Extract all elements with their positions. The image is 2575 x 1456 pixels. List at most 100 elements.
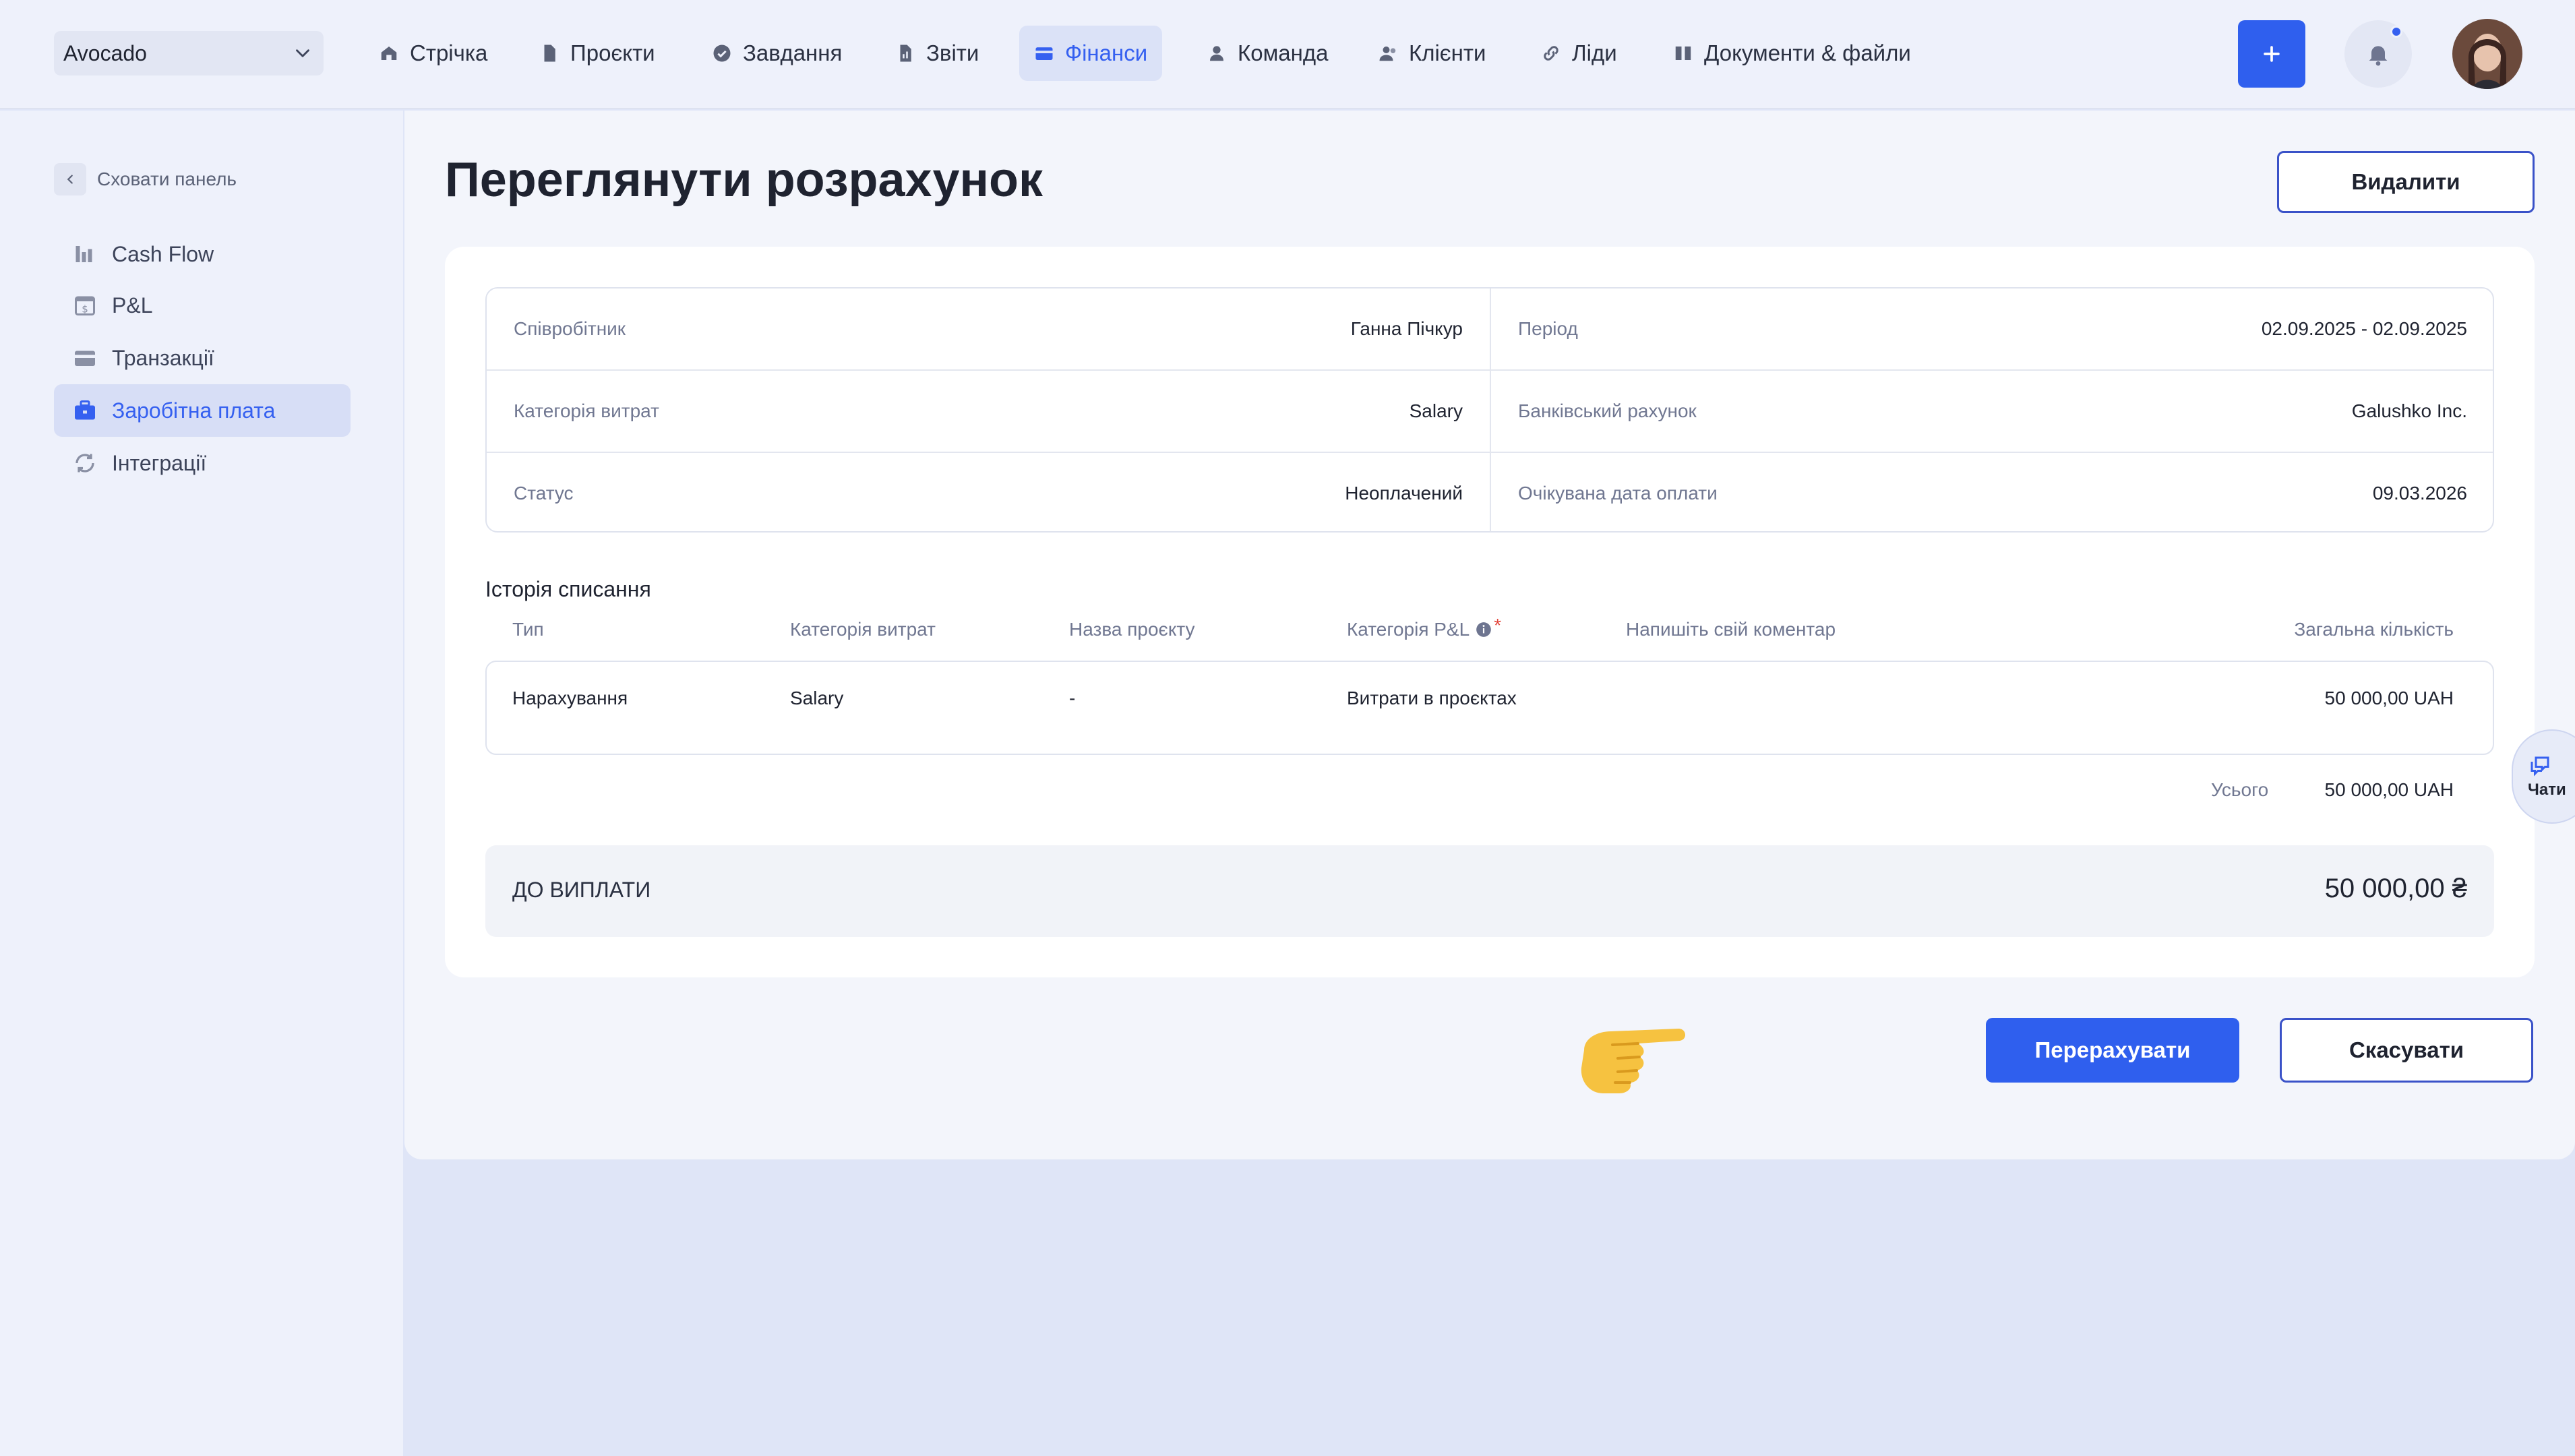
nav-tasks[interactable]: Завдання — [697, 26, 857, 81]
category-label: Категорія витрат — [514, 400, 659, 421]
pointing-hand-icon — [1581, 1029, 1686, 1093]
status-value: Неоплачений — [1345, 483, 1463, 504]
chats-label: Чати — [2528, 781, 2566, 799]
payout-summary: ДО ВИПЛАТИ 50 000,00 ₴ — [485, 845, 2494, 937]
hide-panel-button[interactable]: Сховати панель — [54, 163, 237, 195]
sidebar-item-cash-flow[interactable]: Cash Flow — [54, 228, 351, 280]
sidebar-item-integrations[interactable]: Інтеграції — [54, 437, 351, 489]
column-project: Назва проєкту — [1069, 619, 1195, 640]
chats-button[interactable]: Чати — [2512, 729, 2575, 824]
bank-account-label: Банківський рахунок — [1518, 400, 1697, 421]
nav-team[interactable]: Команда — [1192, 26, 1343, 81]
nav-leads[interactable]: Ліди — [1526, 26, 1632, 81]
sidebar: Сховати панель Cash Flow $ P&L Транзакці… — [0, 111, 403, 1456]
nav-leads-label: Ліди — [1572, 40, 1617, 65]
top-bar: Avocado Стрічка Проєкти Завдання Звіти Ф… — [0, 0, 2575, 109]
row-project: - — [1069, 688, 1076, 708]
nav-feed[interactable]: Стрічка — [364, 26, 502, 81]
sidebar-item-label: Cash Flow — [112, 241, 214, 266]
nav-clients-label: Клієнти — [1409, 40, 1486, 65]
page-title: Переглянути розрахунок — [445, 153, 1043, 207]
chevron-down-icon — [296, 49, 309, 57]
row-category: Salary — [790, 688, 844, 708]
employee-label: Співробітник — [514, 318, 626, 339]
nav-reports[interactable]: Звіти — [880, 26, 994, 81]
employee-value: Ганна Пічкур — [1350, 318, 1463, 339]
payout-label: ДО ВИПЛАТИ — [512, 878, 651, 902]
wallet-icon — [1035, 47, 1053, 60]
nav-clients[interactable]: Клієнти — [1363, 26, 1501, 81]
due-date-row: Очікувана дата оплати 09.03.2026 — [1491, 453, 2493, 531]
link-icon — [1544, 46, 1558, 61]
workspace-select[interactable]: Avocado — [54, 31, 324, 75]
cancel-button[interactable]: Скасувати — [2280, 1018, 2533, 1083]
notification-dot — [2390, 26, 2402, 38]
check-circle-icon — [713, 44, 731, 62]
column-comment: Напишіть свій коментар — [1626, 619, 1836, 640]
details-grid: Співробітник Ганна Пічкур Період 02.09.2… — [485, 287, 2494, 533]
main-panel: Переглянути розрахунок Видалити Співробі… — [404, 111, 2575, 1159]
info-icon[interactable] — [1475, 621, 1492, 638]
column-type: Тип — [512, 619, 544, 640]
row-pl-category[interactable]: Витрати в проєктах — [1347, 685, 1517, 712]
bell-icon — [2369, 46, 2388, 66]
add-button[interactable] — [2238, 20, 2305, 88]
column-amount: Загальна кількість — [2294, 619, 2454, 640]
report-icon — [900, 44, 911, 62]
nav-finance-label: Фінанси — [1065, 40, 1148, 65]
delete-button[interactable]: Видалити — [2277, 151, 2535, 213]
book-icon — [1675, 47, 1691, 60]
employee-row: Співробітник Ганна Пічкур — [487, 289, 1490, 369]
nav-finance[interactable]: Фінанси — [1019, 26, 1163, 81]
recalculate-button[interactable]: Перерахувати — [1986, 1018, 2239, 1083]
required-marker: * — [1494, 615, 1502, 636]
home-icon — [381, 47, 397, 60]
row-amount: 50 000,00 UAH — [2324, 688, 2454, 708]
nav-reports-label: Звіти — [926, 40, 979, 65]
total-value: 50 000,00 UAH — [2324, 779, 2454, 800]
workspace-name: Avocado — [63, 40, 147, 65]
card-icon — [75, 351, 95, 366]
nav-projects[interactable]: Проєкти — [524, 26, 670, 81]
chat-icon — [2531, 756, 2549, 777]
sidebar-item-payroll[interactable]: Заробітна плата — [54, 384, 351, 437]
nav-documents-label: Документи & файли — [1704, 40, 1911, 65]
document-icon — [544, 44, 555, 62]
nav-tasks-label: Завдання — [743, 40, 843, 65]
user-icon — [1210, 46, 1223, 61]
sidebar-item-pl[interactable]: $ P&L — [54, 279, 351, 332]
column-category: Категорія витрат — [790, 619, 936, 640]
nav-projects-label: Проєкти — [570, 40, 655, 65]
settlement-card: Співробітник Ганна Пічкур Період 02.09.2… — [445, 247, 2535, 977]
calendar-dollar-icon: $ — [75, 296, 95, 315]
column-pl-category: Категорія P&L * — [1347, 615, 1501, 640]
bank-account-row: Банківський рахунок Galushko Inc. — [1491, 371, 2493, 452]
sidebar-item-label: Інтеграції — [112, 450, 207, 475]
chevron-left-icon — [54, 163, 86, 195]
nav-team-label: Команда — [1238, 40, 1329, 65]
sidebar-item-transactions[interactable]: Транзакції — [54, 332, 351, 384]
sync-icon — [75, 454, 94, 473]
avatar[interactable] — [2452, 19, 2522, 89]
plus-icon — [2264, 46, 2280, 62]
column-pl-category-label: Категорія P&L — [1347, 619, 1470, 640]
status-row: Статус Неоплачений — [487, 453, 1490, 531]
sidebar-item-label: P&L — [112, 293, 153, 317]
sidebar-item-label: Заробітна плата — [112, 398, 276, 423]
svg-text:$: $ — [82, 303, 88, 315]
bar-chart-icon — [75, 246, 92, 262]
payout-value: 50 000,00 ₴ — [2324, 874, 2467, 903]
row-type: Нарахування — [512, 688, 628, 708]
status-label: Статус — [514, 483, 574, 504]
due-date-label: Очікувана дата оплати — [1518, 483, 1718, 504]
notifications-button[interactable] — [2344, 20, 2412, 88]
briefcase-icon — [75, 400, 95, 420]
due-date-value: 09.03.2026 — [2372, 483, 2467, 504]
nav-documents[interactable]: Документи & файли — [1658, 26, 1926, 81]
user-photo — [2452, 19, 2522, 89]
category-row: Категорія витрат Salary — [487, 371, 1490, 452]
users-icon — [1379, 47, 1396, 61]
sidebar-item-label: Транзакції — [112, 345, 214, 370]
period-label: Період — [1518, 318, 1578, 339]
bank-account-value: Galushko Inc. — [2351, 400, 2467, 421]
